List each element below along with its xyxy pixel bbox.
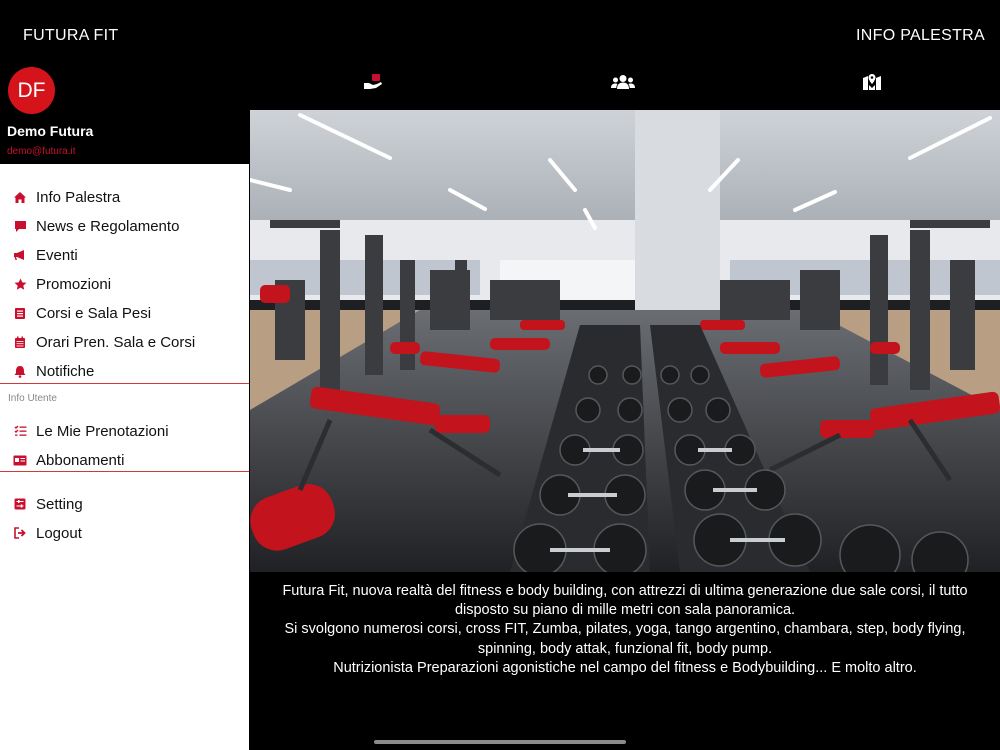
menu-item-orari[interactable]: Orari Pren. Sala e Corsi — [0, 328, 249, 356]
tab-staff[interactable] — [610, 72, 636, 96]
gym-description: Futura Fit, nuova realtà del fitness e b… — [262, 582, 988, 678]
menu-item-label: Setting — [36, 495, 83, 513]
menu-item-promozioni[interactable]: Promozioni — [0, 270, 249, 298]
menu-item-label: Notifiche — [36, 362, 95, 380]
menu-item-news[interactable]: News e Regolamento — [0, 212, 249, 240]
list-book-icon — [13, 306, 27, 320]
menu-item-label: Promozioni — [36, 275, 112, 293]
comment-icon — [13, 219, 27, 233]
tab-mappa[interactable] — [859, 72, 885, 96]
menu-item-notifiche[interactable]: Notifiche — [0, 357, 249, 385]
menu-item-info-palestra[interactable]: Info Palestra — [0, 183, 249, 211]
tab-promozioni[interactable] — [360, 72, 386, 96]
top-app-bar: FUTURA FIT INFO PALESTRA — [0, 0, 1000, 70]
description-line: Si svolgono numerosi corsi, cross FIT, Z… — [284, 621, 966, 638]
users-icon — [611, 74, 635, 95]
user-email: demo@futura.it — [7, 146, 76, 157]
map-marker-icon — [862, 73, 882, 96]
page-title: INFO PALESTRA — [856, 27, 985, 44]
menu-item-label: Logout — [36, 524, 82, 542]
logout-icon — [13, 526, 27, 540]
calendar-icon — [13, 335, 27, 349]
menu-item-prenotazioni[interactable]: Le Mie Prenotazioni — [0, 417, 249, 445]
menu-item-label: Le Mie Prenotazioni — [36, 422, 169, 440]
description-line: Futura Fit, nuova realtà del fitness e b… — [282, 583, 968, 599]
navigation-drawer: Info Palestra News e Regolamento Eventi … — [0, 164, 249, 750]
menu-item-eventi[interactable]: Eventi — [0, 241, 249, 269]
menu-item-abbonamenti[interactable]: Abbonamenti — [0, 446, 249, 474]
section-label-info-utente: Info Utente — [8, 393, 57, 404]
menu-item-label: Abbonamenti — [36, 451, 125, 469]
menu-item-corsi-sala-pesi[interactable]: Corsi e Sala Pesi — [0, 299, 249, 327]
menu-item-label: Corsi e Sala Pesi — [36, 304, 152, 322]
menu-divider — [0, 471, 249, 472]
menu-item-label: Orari Pren. Sala e Corsi — [36, 333, 196, 351]
star-icon — [13, 277, 27, 291]
menu-item-label: Info Palestra — [36, 188, 121, 206]
tab-bar — [249, 62, 1000, 110]
description-line: spinning, body attak, funzional fit, bod… — [477, 640, 773, 657]
settings-icon — [13, 497, 27, 511]
hand-holding-icon — [362, 73, 384, 96]
app-title: FUTURA FIT — [23, 27, 119, 44]
menu-divider — [0, 383, 249, 384]
description-line: Nutrizionista Preparazioni agonistiche n… — [333, 659, 917, 676]
gym-photo — [250, 110, 1000, 572]
card-icon — [13, 453, 27, 467]
avatar[interactable]: DF — [8, 67, 55, 114]
menu-item-label: News e Regolamento — [36, 217, 180, 235]
drawer-header: DF Demo Futura demo@futura.it — [0, 62, 249, 164]
megaphone-icon — [13, 248, 27, 262]
tasks-icon — [13, 424, 27, 438]
home-indicator[interactable] — [374, 740, 626, 744]
bell-icon — [13, 364, 27, 378]
menu-item-setting[interactable]: Setting — [0, 490, 249, 518]
user-name: Demo Futura — [7, 123, 94, 139]
home-icon — [13, 190, 27, 204]
menu-item-label: Eventi — [36, 246, 78, 264]
menu-item-logout[interactable]: Logout — [0, 519, 249, 547]
description-line: disposto su piano di mille metri con sal… — [454, 602, 796, 619]
